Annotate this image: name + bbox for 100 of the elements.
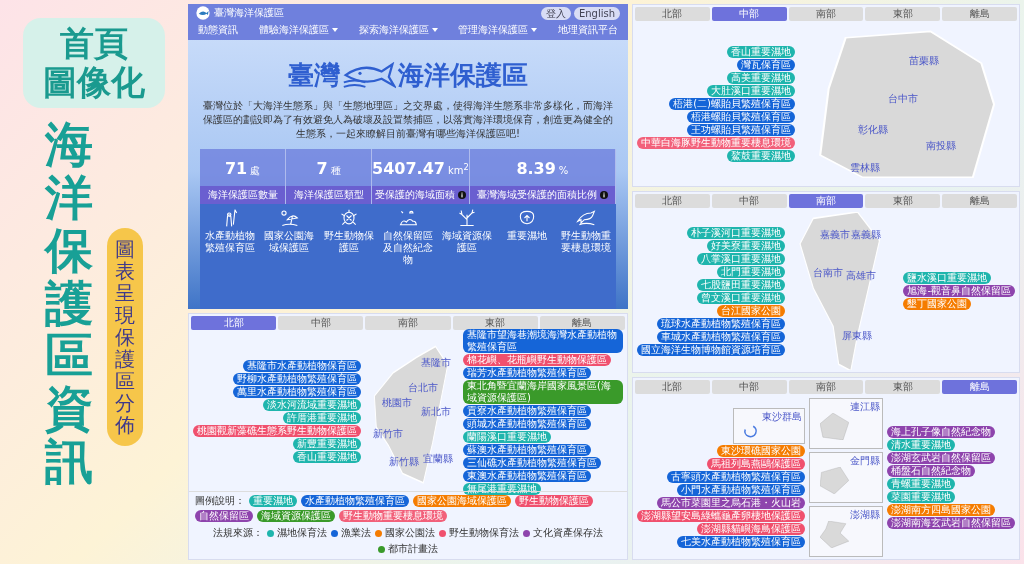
site-logo-text[interactable]: 臺灣海洋保護區 <box>214 6 284 20</box>
region-tab[interactable]: 離島 <box>942 380 1017 395</box>
nav-menu-item[interactable]: 地理資訊平台 <box>558 23 618 37</box>
area-label[interactable]: 貢寮水產動植物繁殖保育區 <box>463 404 591 417</box>
area-label[interactable]: 灣瓦保育區 <box>737 59 795 72</box>
region-tab[interactable]: 離島 <box>539 316 625 330</box>
area-label[interactable]: 海上孔子像自然紀念物 <box>887 426 995 439</box>
area-label[interactable]: 澎湖南海玄武岩自然保留區 <box>887 517 1015 530</box>
area-label[interactable]: 鹽水溪口重要濕地 <box>903 272 992 284</box>
area-label[interactable]: 八掌溪口重要濕地 <box>697 252 785 265</box>
region-tab[interactable]: 東部 <box>865 380 941 395</box>
area-label[interactable]: 蘇澳水產動植物繁殖保育區 <box>463 443 591 456</box>
area-label[interactable]: 朴子溪河口重要濕地 <box>687 226 785 239</box>
area-label[interactable]: 青螺重要濕地 <box>887 478 955 491</box>
stat-label: 海洋保護區類型 <box>293 188 364 202</box>
region-tab[interactable]: 離島 <box>942 193 1017 208</box>
area-label[interactable]: 馬祖列島燕鷗保護區 <box>707 457 805 470</box>
area-label[interactable]: 東澳水產動植物繁殖保育區 <box>463 469 591 482</box>
area-label[interactable]: 清水重要濕地 <box>887 439 955 452</box>
area-label[interactable]: 東沙環礁國家公園 <box>717 444 805 457</box>
header-button[interactable]: English <box>573 6 620 20</box>
area-label[interactable]: 基隆市水產動植物保育區 <box>243 360 361 372</box>
beach-umbrella-icon[interactable] <box>279 208 300 228</box>
area-label[interactable]: 北門重要濕地 <box>717 265 785 278</box>
coral-icon[interactable] <box>457 208 478 228</box>
area-label[interactable]: 蘭陽溪口重要濕地 <box>463 430 551 443</box>
area-label[interactable]: 馬公市菜園里之烏石港・火山岩 <box>657 496 805 509</box>
area-label[interactable]: 車城水產動植物繁殖保育區 <box>657 330 785 343</box>
area-label[interactable]: 七股鹽田重要濕地 <box>697 278 785 291</box>
header-button[interactable]: 登入 <box>540 6 571 20</box>
area-label[interactable]: 淡水河流域重要濕地 <box>263 399 361 411</box>
area-label[interactable]: 野柳水產動植物繁殖保育區 <box>233 373 361 385</box>
area-label[interactable]: 香山重要濕地 <box>293 451 361 463</box>
area-label[interactable]: 萬里水產動植物繁殖保育區 <box>233 386 361 398</box>
area-label[interactable]: 好美寮重要濕地 <box>707 239 785 252</box>
area-label[interactable]: 大肚溪口重要濕地 <box>707 85 795 98</box>
stat-value: 5407.47 <box>372 159 445 178</box>
category-label[interactable]: 重要濕地 <box>506 230 547 242</box>
area-label[interactable]: 許厝港重要濕地 <box>283 412 361 424</box>
nav-menu-item[interactable]: 探索海洋保護區 <box>358 23 438 37</box>
region-tab[interactable]: 南部 <box>365 316 451 330</box>
area-label[interactable]: 頭城水產動植物繁殖保育區 <box>463 417 591 430</box>
region-tab[interactable]: 東部 <box>865 7 941 21</box>
region-tab[interactable]: 南部 <box>788 193 864 208</box>
turtle-icon[interactable] <box>338 208 359 228</box>
region-tab[interactable]: 東部 <box>865 193 941 208</box>
area-label[interactable]: 桶盤石自然紀念物 <box>887 465 975 478</box>
area-label[interactable]: 台江國家公園 <box>717 304 785 317</box>
area-label[interactable]: 瑞芳水產動植物繁殖保育區 <box>463 366 591 379</box>
category-label[interactable]: 野生動物重要棲息環境 <box>556 230 616 254</box>
region-tab[interactable]: 北部 <box>635 7 710 21</box>
area-label[interactable]: 旭海-觀音鼻自然保留區 <box>903 285 1015 297</box>
nav-menu-item[interactable]: 動態資訊 <box>198 23 238 37</box>
area-label[interactable]: 國立海洋生物博物館資源培育區 <box>637 343 785 356</box>
category-label[interactable]: 水產動植物繁殖保育區 <box>200 230 260 254</box>
area-label[interactable]: 基隆市望海巷潮境海灣水產動植物繁殖保育區 <box>463 328 623 353</box>
cloud-hills-icon[interactable] <box>398 208 418 228</box>
info-icon[interactable] <box>599 191 608 199</box>
county-label: 桃園市 <box>381 396 412 410</box>
area-label[interactable]: 澎湖縣望安島綠蠵龜產卵棲地保護區 <box>637 509 805 522</box>
area-label[interactable]: 墾丁國家公園 <box>903 298 972 310</box>
area-label[interactable]: 中華白海豚野生動物重要棲息環境 <box>637 137 795 150</box>
nav-menu-item[interactable]: 體驗海洋保護區 <box>258 23 338 37</box>
area-label[interactable]: 梧港螺貽貝繁殖保育區 <box>687 111 795 124</box>
category-label[interactable]: 野生動物保護區 <box>318 230 379 254</box>
area-label[interactable]: 梧港(二)螺貽貝繁殖保育區 <box>669 98 795 111</box>
info-icon[interactable] <box>457 191 466 199</box>
area-label[interactable]: 澎湖縣貓嶼海鳥保護區 <box>697 522 805 535</box>
category-label[interactable]: 海域資源保護區 <box>437 230 498 254</box>
region-tab[interactable]: 南部 <box>788 380 864 395</box>
area-label[interactable]: 曾文溪口重要濕地 <box>697 291 785 304</box>
category-label[interactable]: 國家公園海域保護區 <box>259 230 319 254</box>
region-tab[interactable]: 中部 <box>278 316 364 330</box>
area-label[interactable]: 東北角暨宜蘭海岸國家風景區(海域資源保護區) <box>463 379 623 404</box>
area-label[interactable]: 棉花嶼、花瓶嶼野生動物保護區 <box>463 353 611 366</box>
region-tab[interactable]: 北部 <box>635 193 710 208</box>
category-label[interactable]: 自然保留區及自然紀念物 <box>378 230 438 266</box>
region-tab[interactable]: 中部 <box>711 7 787 21</box>
area-label[interactable]: 琉球水產動植物繁殖保育區 <box>657 317 785 330</box>
region-tab[interactable]: 北部 <box>635 380 710 395</box>
area-label[interactable]: 高美重要濕地 <box>727 72 795 85</box>
area-label[interactable]: 澎湖玄武岩自然保留區 <box>887 452 995 465</box>
nav-menu-item[interactable]: 管理海洋保護區 <box>458 23 538 37</box>
area-label[interactable]: 菜園重要濕地 <box>887 491 955 504</box>
area-label[interactable]: 鰲鼓重要濕地 <box>727 150 795 163</box>
area-label[interactable]: 三仙礁水產動植物繁殖保育區 <box>463 456 601 469</box>
area-label[interactable]: 小門水產動植物繁殖保育區 <box>677 483 805 496</box>
area-label[interactable]: 桃園觀新藻礁生態系野生動物保護區 <box>193 425 361 437</box>
region-tab[interactable]: 南部 <box>788 7 864 21</box>
region-tab[interactable]: 離島 <box>942 7 1017 21</box>
area-label[interactable]: 古寧頭水產動植物繁殖保育區 <box>667 470 805 483</box>
area-label[interactable]: 七美水產動植物繁殖保育區 <box>677 535 805 548</box>
area-label[interactable]: 澎湖南方四島國家公園 <box>887 504 995 517</box>
region-tab[interactable]: 中部 <box>711 193 787 208</box>
area-label[interactable]: 新豐重要濕地 <box>293 438 361 450</box>
region-tab[interactable]: 北部 <box>191 316 277 330</box>
area-label[interactable]: 王功螺貽貝繁殖保育區 <box>687 124 795 137</box>
region-tab[interactable]: 東部 <box>452 316 538 330</box>
region-tab[interactable]: 中部 <box>711 380 787 395</box>
area-label[interactable]: 香山重要濕地 <box>727 46 795 59</box>
